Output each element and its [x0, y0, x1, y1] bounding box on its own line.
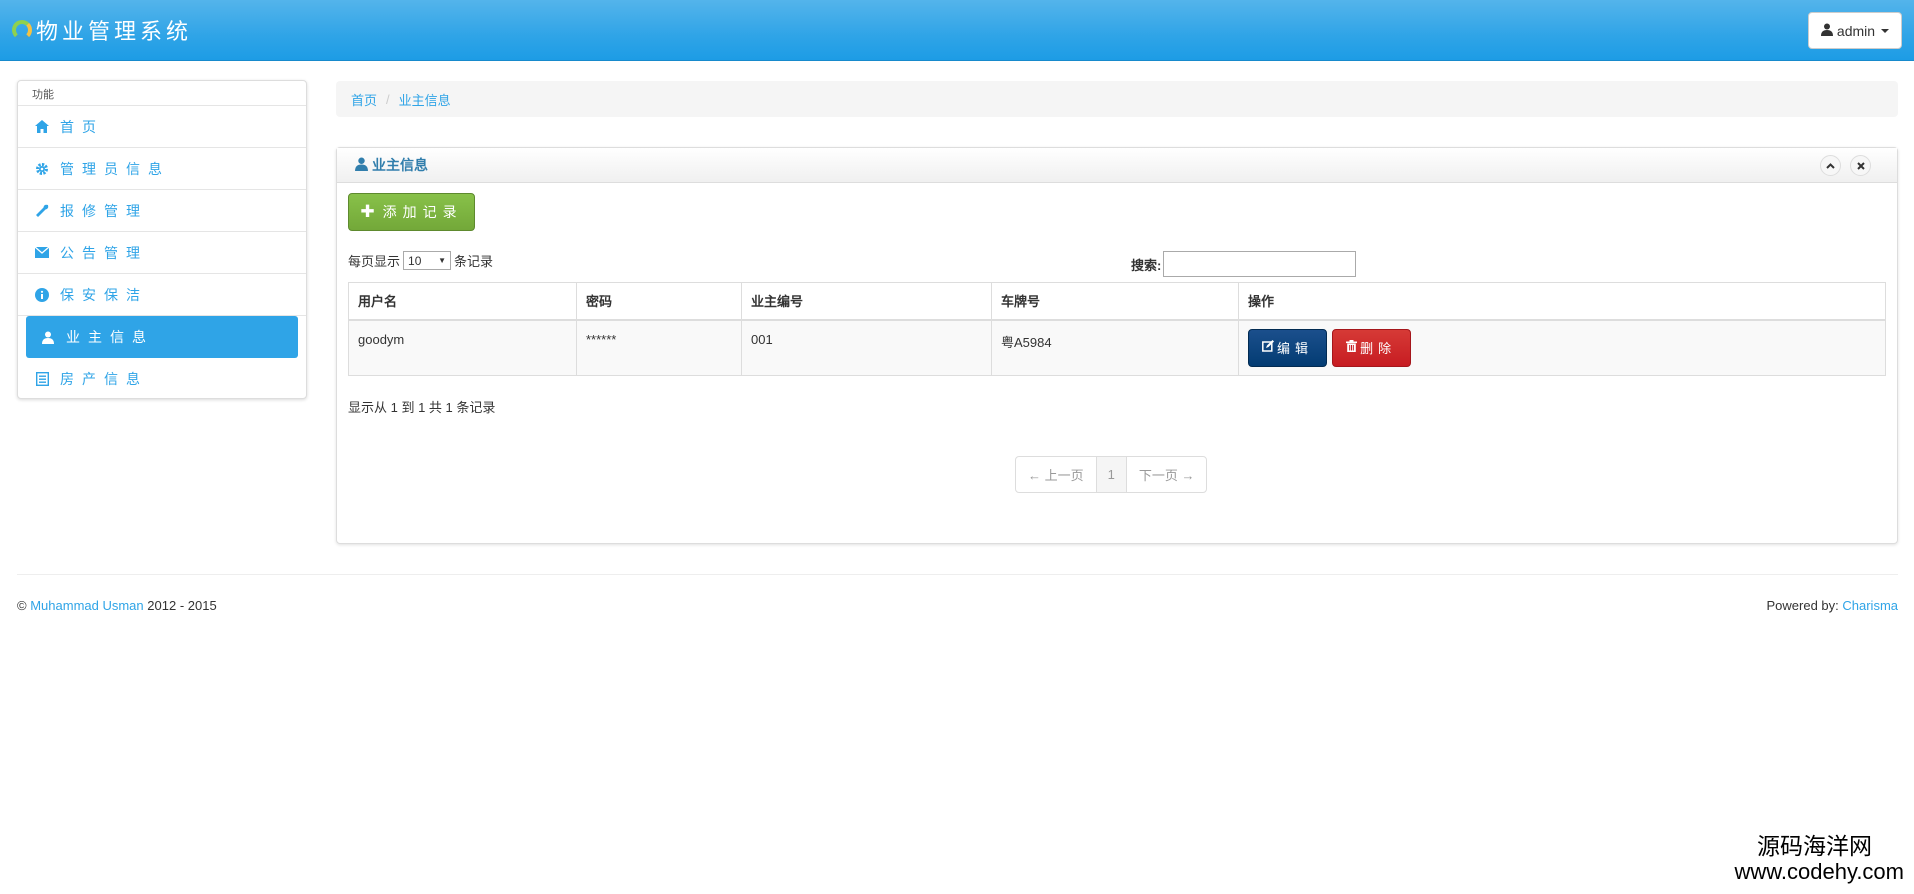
add-record-label: 添加记录: [382, 204, 463, 220]
trash-icon: [1346, 340, 1358, 355]
brand-title: 物业管理系统: [36, 20, 193, 45]
page-length-value: 10: [408, 253, 422, 268]
collapse-button[interactable]: [1820, 155, 1841, 176]
brand-logo-icon: [12, 20, 32, 40]
sidebar-item-property[interactable]: 房产信息: [18, 358, 306, 400]
search-label: 搜索:: [1131, 257, 1162, 273]
user-menu-button[interactable]: admin: [1808, 12, 1902, 49]
home-icon: [34, 119, 50, 135]
pagination-next[interactable]: 下一页 →: [1127, 457, 1207, 492]
plus-icon: ✚: [360, 202, 375, 221]
table-header-row: 用户名 密码 业主编号 车牌号 操作: [348, 282, 1886, 321]
user-icon: [355, 157, 368, 174]
owner-table: 用户名 密码 业主编号 车牌号 操作 goodym ****** 001 粤A5…: [348, 282, 1886, 376]
edit-label: 编辑: [1276, 341, 1313, 356]
column-header-actions: 操作: [1238, 282, 1886, 321]
sidebar-item-owner-info[interactable]: 业主信息: [26, 316, 298, 358]
close-icon: [1856, 161, 1865, 170]
footer-powered-by: Powered by: Charisma: [1766, 598, 1898, 613]
add-record-button[interactable]: ✚ 添加记录: [348, 193, 475, 231]
sidebar-item-label: 报修管理: [60, 202, 148, 219]
cell-plate: 粤A5984: [991, 319, 1239, 376]
chevron-down-icon: [1881, 28, 1890, 33]
sidebar-item-notice[interactable]: 公告管理: [18, 232, 306, 274]
sidebar-item-label: 房产信息: [60, 371, 148, 387]
sidebar-item-label: 首页: [60, 118, 104, 135]
column-header-plate[interactable]: 车牌号: [991, 282, 1239, 321]
watermark-title: 源码海洋网: [1757, 834, 1872, 860]
search-input[interactable]: [1163, 251, 1357, 277]
sidebar-item-label: 管理员信息: [60, 160, 170, 177]
cell-actions: 编辑 删除: [1238, 319, 1886, 376]
cell-password: ******: [576, 319, 742, 376]
breadcrumb-current-link[interactable]: 业主信息: [399, 90, 451, 109]
close-button[interactable]: [1850, 155, 1871, 176]
user-icon: [1820, 23, 1833, 39]
watermark: 源码海洋网 www.codehy.com: [1734, 834, 1904, 884]
sidebar-item-repair[interactable]: 报修管理: [18, 190, 306, 232]
breadcrumb-home-link[interactable]: 首页: [351, 90, 377, 109]
breadcrumb: 首页 / 业主信息: [336, 81, 1898, 117]
user-menu-label: admin: [1836, 22, 1876, 39]
sidebar-item-label: 保安保洁: [60, 286, 148, 303]
delete-label: 删除: [1360, 341, 1397, 356]
user-icon: [40, 329, 56, 345]
pagination-page-1[interactable]: 1: [1095, 457, 1127, 492]
page-length-select[interactable]: 10 ▼: [403, 251, 452, 270]
column-header-owner-id[interactable]: 业主编号: [741, 282, 992, 321]
sidebar: 功能 首页 管理员信息 报修管理 公告管理 保安保洁 业主信息 房产信息: [17, 80, 307, 399]
breadcrumb-separator: /: [386, 91, 390, 107]
sidebar-item-label: 业主信息: [66, 329, 154, 345]
gear-icon: [34, 161, 50, 177]
cell-owner-id: 001: [741, 319, 992, 376]
column-header-username[interactable]: 用户名: [348, 282, 577, 321]
copyright-years: 2012 - 2015: [147, 598, 217, 613]
info-icon: [34, 287, 50, 303]
watermark-url: www.codehy.com: [1734, 859, 1904, 884]
brand[interactable]: 物业管理系统: [12, 13, 192, 47]
page-length-prefix: 每页显示: [348, 254, 401, 269]
footer-divider: [17, 574, 1898, 575]
top-navbar: 物业管理系统 admin: [0, 0, 1914, 61]
powered-by-label: Powered by:: [1766, 598, 1839, 613]
sidebar-item-label: 公告管理: [60, 244, 148, 261]
table-info-text: 显示从 1 到 1 共 1 条记录: [348, 400, 496, 415]
search-control: 搜索:: [1131, 251, 1357, 277]
owner-info-panel: 业主信息 ✚ 添加记录 每页显示 10 ▼ 条记录 搜索: 用户名 密码 业主编…: [336, 147, 1898, 544]
edit-icon: [1262, 340, 1274, 355]
sidebar-item-security[interactable]: 保安保洁: [18, 274, 306, 316]
powered-by-link[interactable]: Charisma: [1842, 598, 1898, 613]
copyright-symbol: ©: [17, 598, 27, 613]
panel-header: 业主信息: [337, 148, 1897, 183]
sidebar-item-admin-info[interactable]: 管理员信息: [18, 148, 306, 190]
table-row: goodym ****** 001 粤A5984 编辑 删除: [348, 319, 1886, 376]
page-length-control: 每页显示 10 ▼ 条记录: [348, 251, 493, 270]
dropdown-arrow-icon: ▼: [438, 256, 447, 265]
edit-button[interactable]: 编辑: [1248, 328, 1327, 367]
cell-username: goodym: [348, 319, 577, 376]
chevron-up-icon: [1826, 162, 1835, 169]
wrench-icon: [34, 203, 50, 219]
envelope-icon: [34, 245, 50, 261]
delete-button[interactable]: 删除: [1331, 328, 1411, 367]
author-link[interactable]: Muhammad Usman: [30, 598, 143, 613]
pagination: ← 上一页 1 下一页 →: [1015, 456, 1208, 493]
footer-copyright: © Muhammad Usman 2012 - 2015: [17, 598, 217, 613]
pagination-prev[interactable]: ← 上一页: [1016, 457, 1096, 492]
sidebar-item-home[interactable]: 首页: [18, 106, 306, 148]
page-length-suffix: 条记录: [454, 254, 494, 269]
panel-title: 业主信息: [372, 157, 428, 173]
sidebar-header: 功能: [18, 81, 306, 106]
column-header-password[interactable]: 密码: [576, 282, 742, 321]
list-icon: [34, 371, 50, 387]
